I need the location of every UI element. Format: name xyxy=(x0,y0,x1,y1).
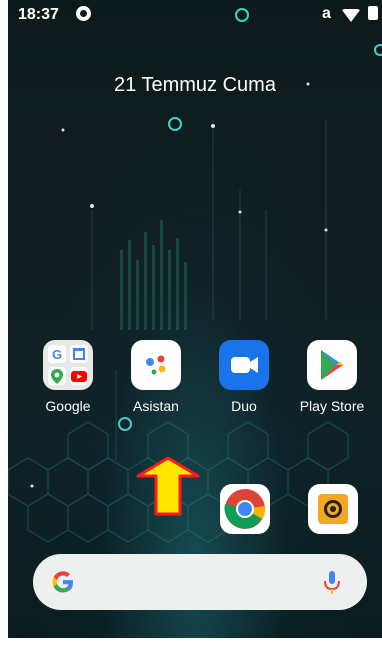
app-label: Asistan xyxy=(133,398,179,414)
chrome-icon[interactable] xyxy=(220,484,270,534)
app-assistant[interactable]: Asistan xyxy=(112,340,200,414)
wifi-icon xyxy=(342,9,360,22)
microphone-icon[interactable] xyxy=(323,570,341,596)
assistant-icon xyxy=(131,340,181,390)
app-google-folder[interactable]: G Google xyxy=(24,340,112,414)
google-folder-icon: G xyxy=(43,340,93,390)
home-screen: 18:37 a 21 Temmuz Cuma G Google Asistan … xyxy=(8,0,382,638)
carrier-glyph: a xyxy=(322,5,331,22)
app-notification-icon xyxy=(76,6,91,21)
play-store-icon xyxy=(307,340,357,390)
app-label: Duo xyxy=(231,398,257,414)
device-frame: 18:37 a 21 Temmuz Cuma G Google Asistan … xyxy=(8,0,382,646)
calendar-mini-icon xyxy=(70,345,88,363)
app-label: Google xyxy=(45,398,91,414)
status-time: 18:37 xyxy=(18,6,59,23)
duo-icon xyxy=(219,340,269,390)
google-g-mini-icon: G xyxy=(48,345,66,363)
app-label: Play Store xyxy=(299,398,365,414)
status-bar: 18:37 a xyxy=(8,0,382,32)
app-duo[interactable]: Duo xyxy=(200,340,288,414)
battery-icon xyxy=(368,6,378,20)
date-widget[interactable]: 21 Temmuz Cuma xyxy=(8,74,382,97)
youtube-mini-icon xyxy=(70,367,88,385)
google-g-icon xyxy=(52,571,73,593)
maps-mini-icon xyxy=(48,367,66,385)
app-play-store[interactable]: Play Store xyxy=(288,340,376,414)
google-search-bar[interactable] xyxy=(33,554,367,610)
swipe-up-arrow-icon xyxy=(136,456,200,516)
svg-text:G: G xyxy=(52,347,62,362)
camera-icon[interactable] xyxy=(308,484,358,534)
